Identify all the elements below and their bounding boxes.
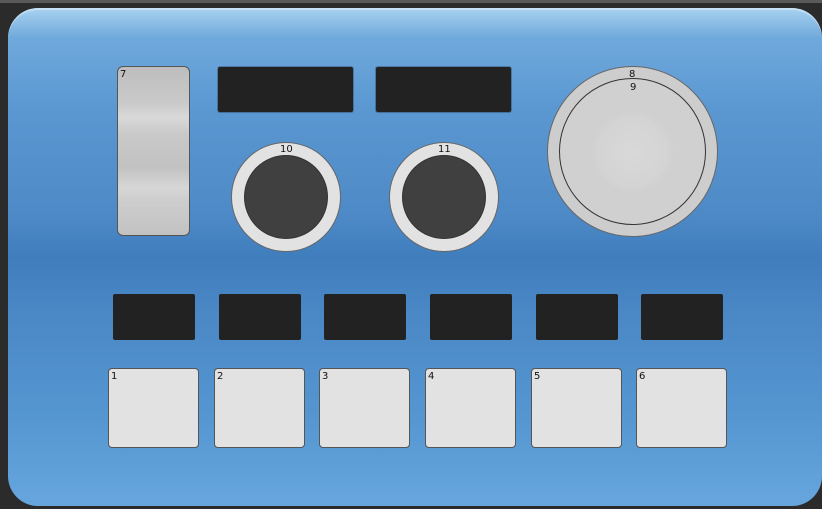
jog-wheel[interactable]: 8 9 xyxy=(547,66,718,237)
pad-display-6 xyxy=(641,294,723,340)
display-right xyxy=(376,67,511,112)
pad-5[interactable]: 5 xyxy=(531,368,622,448)
display-left xyxy=(218,67,353,112)
knob-10[interactable]: 10 xyxy=(231,142,341,252)
jog-wheel-label-inner: 9 xyxy=(630,82,637,93)
pad-2[interactable]: 2 xyxy=(214,368,305,448)
pad-display-4 xyxy=(430,294,512,340)
pad-1-label: 1 xyxy=(111,371,118,382)
pad-3-label: 3 xyxy=(322,371,329,382)
knob-11[interactable]: 11 xyxy=(389,142,499,252)
pad-6-label: 6 xyxy=(639,371,646,382)
fader-control[interactable]: 7 xyxy=(117,66,190,236)
pad-4[interactable]: 4 xyxy=(425,368,516,448)
jog-wheel-ring[interactable]: 9 xyxy=(559,78,706,225)
pad-display-2 xyxy=(219,294,301,340)
pad-2-label: 2 xyxy=(217,371,224,382)
pad-6[interactable]: 6 xyxy=(636,368,727,448)
knob-11-label: 11 xyxy=(438,144,451,155)
knob-10-label: 10 xyxy=(280,144,293,155)
knob-11-center xyxy=(402,155,486,239)
pad-3[interactable]: 3 xyxy=(319,368,410,448)
pad-display-5 xyxy=(536,294,618,340)
app-frame: 7 10 11 8 9 1 2 3 4 5 6 xyxy=(0,0,822,509)
jog-wheel-center xyxy=(590,109,676,195)
pad-display-3 xyxy=(324,294,406,340)
pad-display-1 xyxy=(113,294,195,340)
top-border xyxy=(0,0,822,3)
pad-4-label: 4 xyxy=(428,371,435,382)
pad-1[interactable]: 1 xyxy=(108,368,199,448)
knob-10-center xyxy=(244,155,328,239)
fader-label: 7 xyxy=(120,69,127,80)
pad-5-label: 5 xyxy=(534,371,541,382)
